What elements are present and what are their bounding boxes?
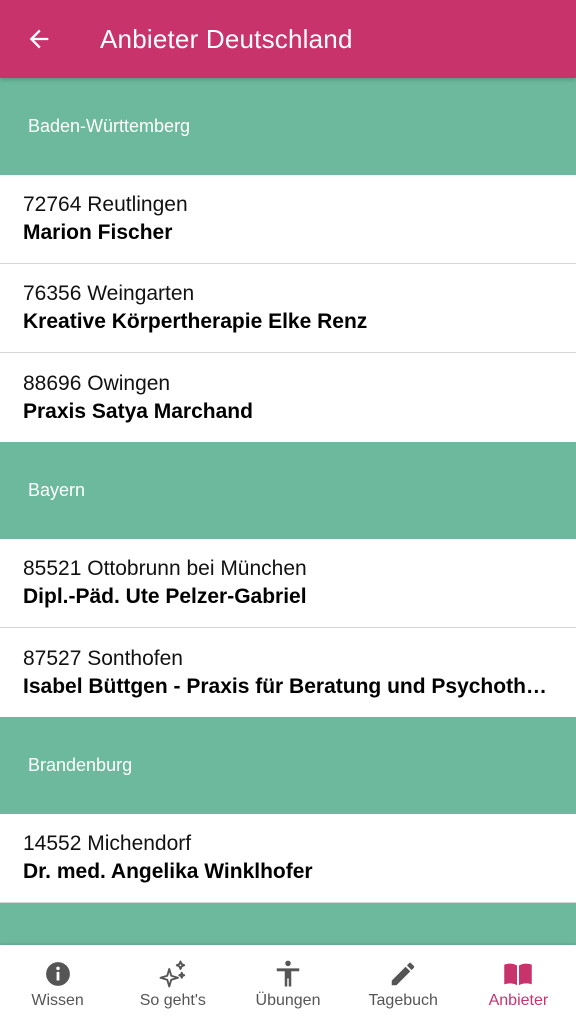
list-item[interactable]: 76356 Weingarten Kreative Körpertherapie… [0, 264, 576, 353]
item-location: 14552 Michendorf [23, 832, 192, 855]
list-item[interactable]: 14552 Michendorf Dr. med. Angelika Winkl… [0, 814, 576, 903]
app-bar: Anbieter Deutschland [0, 0, 576, 78]
item-location: 76356 Weingarten [23, 282, 195, 305]
item-location: 88696 Owingen [23, 371, 171, 395]
nav-item-tagebuch[interactable]: Tagebuch [346, 945, 461, 1024]
bottom-navigation: Wissen So geht's Übungen Tagebuch Anbiet… [0, 945, 576, 1024]
item-name: Isabel Büttgen - Praxis für Beratung und… [23, 674, 553, 698]
item-name: Praxis Satya Marchand [23, 399, 253, 423]
section-header-bayern: Bayern [0, 442, 576, 539]
nav-item-uebungen[interactable]: Übungen [230, 945, 345, 1024]
nav-item-wissen[interactable]: Wissen [0, 945, 115, 1024]
list-item[interactable]: 87527 Sonthofen Isabel Büttgen - Praxis … [0, 628, 576, 717]
item-name: Dipl.-Päd. Ute Pelzer-Gabriel [23, 585, 307, 608]
nav-label: Anbieter [488, 992, 549, 1009]
item-name: Marion Fischer [23, 221, 173, 244]
accessibility-icon [273, 959, 303, 989]
nav-item-anbieter[interactable]: Anbieter [461, 945, 576, 1024]
arrow-left-icon [29, 29, 49, 49]
item-location: 87527 Sonthofen [23, 646, 183, 670]
book-icon [503, 959, 533, 989]
pencil-icon [388, 959, 418, 989]
nav-label: Übungen [255, 992, 321, 1009]
section-header-baden-wuerttemberg: Baden-Württemberg [0, 78, 576, 175]
item-location: 72764 Reutlingen [23, 193, 188, 216]
item-location: 85521 Ottobrunn bei München [23, 557, 307, 580]
list-item[interactable]: 85521 Ottobrunn bei München Dipl.-Päd. U… [0, 539, 576, 628]
nav-label: Wissen [31, 992, 84, 1009]
provider-list[interactable]: Baden-Württemberg 72764 Reutlingen Mario… [0, 78, 576, 945]
nav-item-so-gehts[interactable]: So geht's [115, 945, 230, 1024]
item-name: Kreative Körpertherapie Elke Renz [23, 310, 368, 333]
item-name: Dr. med. Angelika Winklhofer [23, 860, 313, 883]
section-header-brandenburg: Brandenburg [0, 717, 576, 814]
nav-label: So geht's [139, 992, 206, 1009]
section-header-next [0, 903, 576, 945]
back-button[interactable] [0, 0, 78, 78]
page-title: Anbieter Deutschland [100, 23, 353, 54]
sparkles-icon [158, 959, 188, 989]
list-item[interactable]: 72764 Reutlingen Marion Fischer [0, 175, 576, 264]
list-item[interactable]: 88696 Owingen Praxis Satya Marchand [0, 353, 576, 442]
nav-label: Tagebuch [368, 992, 438, 1009]
info-icon [43, 959, 73, 989]
